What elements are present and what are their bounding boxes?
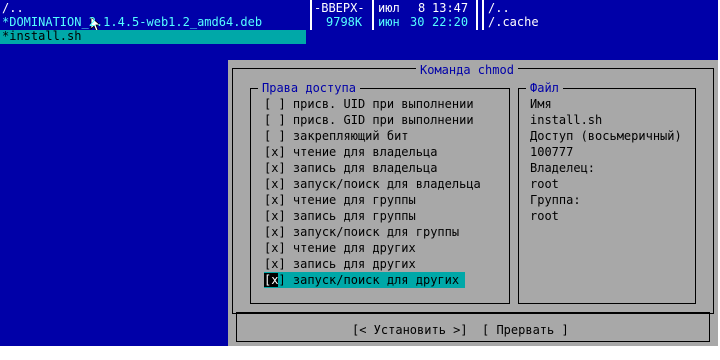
permission-label: чтение для группы — [292, 193, 416, 207]
group-value: root — [530, 209, 559, 223]
file-row-selected[interactable]: *install.sh — [0, 29, 306, 44]
permission-label: присв. UID при выполнении — [292, 97, 474, 111]
permission-label: запись для группы — [292, 209, 416, 223]
owner-label: Владелец: — [530, 161, 596, 175]
group-label: Группа: — [530, 193, 581, 207]
terminal-window: /.. *DOMINATION_2.1.4.5-web1.2_amd64.deb… — [0, 0, 718, 346]
chmod-dialog: Команда chmod Права доступа [ ] присв. U… — [228, 60, 718, 346]
permission-label: запуск/поиск для владельца — [292, 177, 481, 191]
permission-checkbox[interactable]: [x] чтение для группы — [264, 192, 416, 208]
permission-checkbox[interactable]: [x] запись для владельца — [264, 160, 437, 176]
right-cache-dir[interactable]: /.cache — [488, 14, 539, 30]
permission-checkbox[interactable]: [ ] закрепляющий бит — [264, 128, 409, 144]
permission-checkbox[interactable]: [x] чтение для владельца — [264, 144, 437, 160]
permission-label: запись для других — [292, 257, 416, 271]
permission-label: запуск/поиск для группы — [292, 225, 460, 239]
checkbox-mark: x — [271, 193, 279, 207]
owner-value: root — [530, 177, 559, 191]
permission-checkbox[interactable]: [x] чтение для других — [264, 240, 416, 256]
checkbox-mark: x — [271, 241, 279, 255]
permission-label: чтение для других — [292, 241, 416, 255]
size-deb: 9798K — [326, 15, 363, 29]
permission-checkbox[interactable]: [x] запись для группы — [264, 208, 416, 224]
file-row-install: *install.sh — [2, 29, 82, 43]
permission-label: закрепляющий бит — [292, 129, 409, 143]
octal-value: 100777 — [530, 145, 574, 159]
permission-checkbox[interactable]: [x] запуск/поиск для владельца — [264, 176, 481, 192]
permission-checkbox[interactable]: [x] запуск/поиск для других — [264, 272, 466, 288]
file-name-value: install.sh — [530, 113, 603, 127]
permission-checkbox[interactable]: [x] запись для других — [264, 256, 416, 272]
file-title: Файл — [526, 80, 563, 96]
checkbox-mark: x — [271, 161, 279, 175]
permission-label: чтение для владельца — [292, 145, 438, 159]
permission-checkbox[interactable]: [x] запуск/поиск для группы — [264, 224, 459, 240]
checkbox-mark: x — [271, 209, 279, 223]
permission-checkbox[interactable]: [ ] присв. UID при выполнении — [264, 96, 474, 112]
dialog-title: Команда chmod — [416, 62, 518, 78]
set-button[interactable]: [< Установить >] — [352, 322, 468, 338]
date-day-2: 30 — [410, 15, 425, 29]
permission-label: присв. GID при выполнении — [292, 113, 474, 127]
column-divider — [310, 0, 312, 30]
time-2: 22:20 — [432, 15, 469, 29]
octal-label: Доступ (восьмеричный) — [530, 129, 682, 143]
panel-divider — [476, 0, 478, 30]
cancel-button[interactable]: [ Прервать ] — [482, 322, 569, 338]
permission-label: запуск/поиск для других — [292, 273, 460, 287]
button-bar — [236, 312, 710, 342]
checkbox-mark — [271, 97, 278, 111]
file-name-label: Имя — [530, 97, 552, 111]
checkbox-mark: x — [271, 145, 279, 159]
permissions-title: Права доступа — [258, 80, 360, 96]
checkbox-mark — [271, 129, 278, 143]
permission-label: запись для владельца — [292, 161, 438, 175]
checkbox-mark: x — [271, 225, 279, 239]
date-month-2: июн — [378, 15, 400, 29]
panel-divider — [482, 0, 484, 30]
checkbox-mark — [271, 113, 278, 127]
column-divider — [372, 0, 374, 30]
permission-checkbox[interactable]: [ ] присв. GID при выполнении — [264, 112, 474, 128]
checkbox-mark: x — [271, 177, 279, 191]
checkbox-mark: x — [271, 257, 279, 271]
